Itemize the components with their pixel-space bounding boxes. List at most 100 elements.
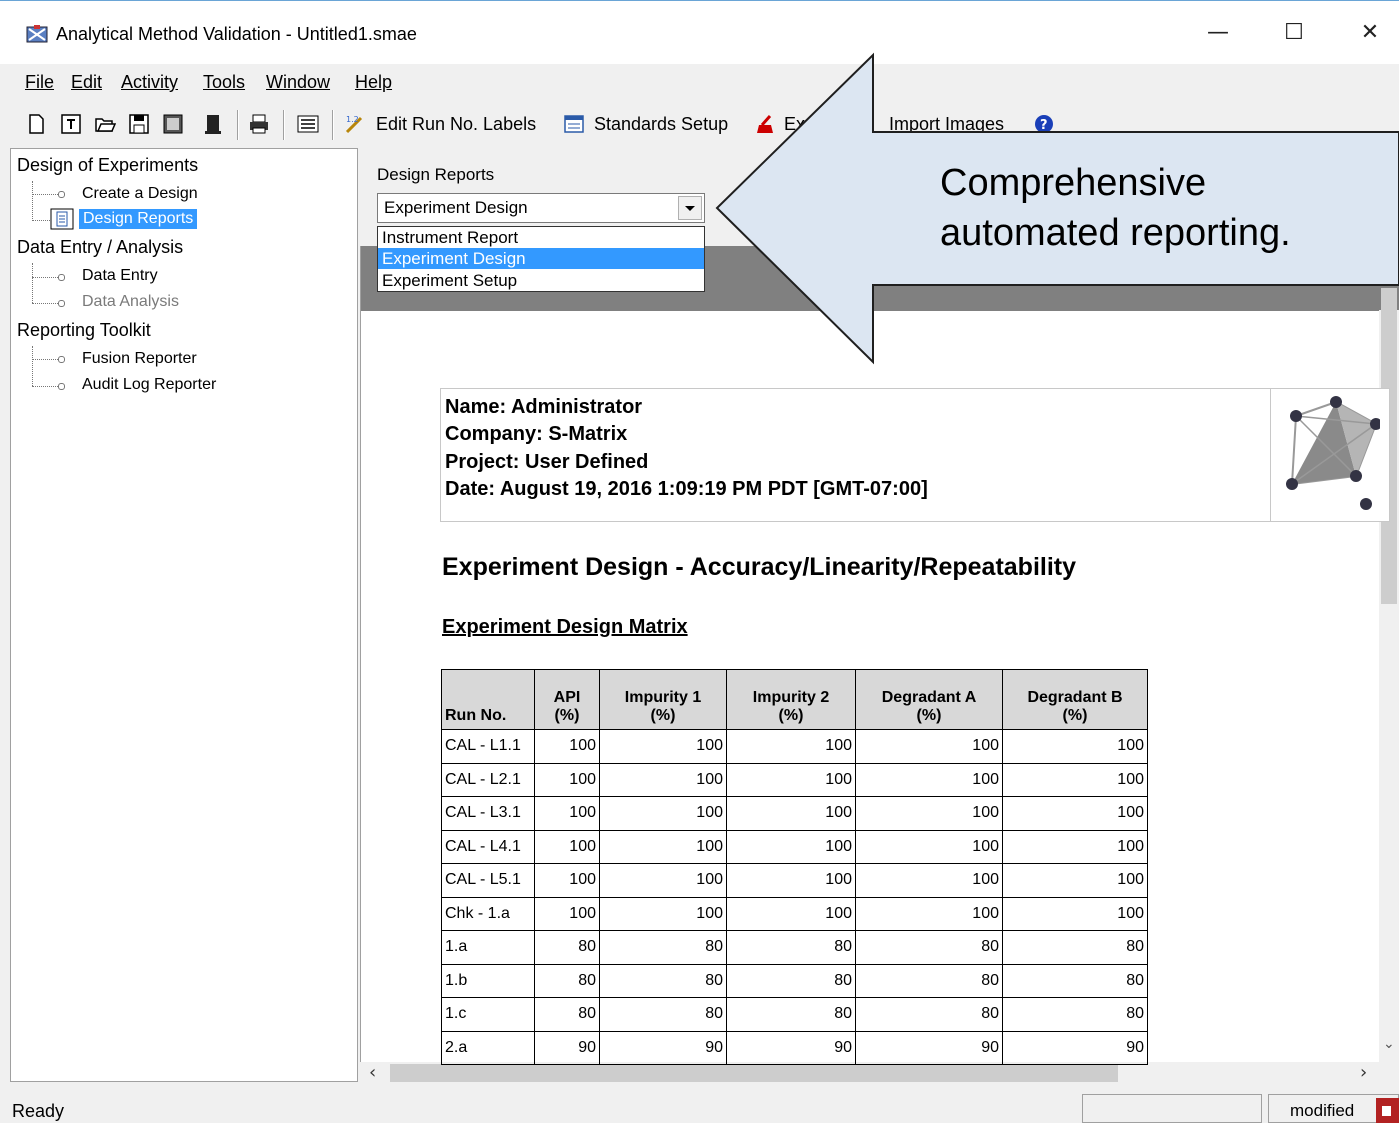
tree-item-fusion-reporter[interactable]: Fusion Reporter [82,350,197,368]
tree-item-data-analysis[interactable]: Data Analysis [82,293,179,311]
list-view-icon[interactable] [297,113,319,135]
menu-edit[interactable]: Edit [71,72,102,93]
value-cell: 100 [1002,896,1148,931]
standards-setup-button[interactable]: Standards Setup [594,114,728,135]
table-row: 2.a 90 90 90 90 90 [441,1030,1148,1065]
scroll-right-icon[interactable]: › [1360,1062,1367,1083]
dropdown-arrow-button[interactable] [678,196,702,220]
value-cell: 100 [534,896,600,931]
value-cell: 100 [1002,729,1148,764]
menu-file[interactable]: File [25,72,54,93]
value-cell: 100 [855,796,1003,831]
window-title: Analytical Method Validation - Untitled1… [56,24,417,44]
value-cell: 100 [726,729,856,764]
report-document-icon [50,208,74,230]
dropdown-option-experiment-setup[interactable]: Experiment Setup [378,270,704,291]
scroll-down-icon[interactable]: ⌄ [1383,1036,1395,1052]
column-header: Degradant A (%) [855,669,1003,730]
open-folder-icon[interactable] [94,113,116,135]
column-header-line2: (%) [1062,707,1088,724]
table-row: Chk - 1.a 100 100 100 100 100 [441,896,1148,931]
value-cell: 100 [855,729,1003,764]
menu-activity-label: Activity [121,72,179,92]
value-cell: 100 [1002,863,1148,898]
run-number-cell: CAL - L4.1 [441,829,535,864]
report-icon[interactable] [162,113,184,135]
menu-tools-label: Tools [203,72,246,92]
tree-bullet-icon [58,274,65,281]
print-icon[interactable] [248,113,270,135]
navigation-tree [10,148,358,1082]
value-cell: 100 [599,762,727,797]
value-cell: 90 [1002,1030,1148,1065]
table-row: 1.a 80 80 80 80 80 [441,930,1148,965]
value-cell: 100 [534,829,600,864]
edit-run-labels-button[interactable]: Edit Run No. Labels [376,114,536,135]
value-cell: 80 [599,930,727,965]
menu-tools[interactable]: Tools [203,72,245,93]
value-cell: 100 [1002,762,1148,797]
value-cell: 80 [599,963,727,998]
value-cell: 100 [599,863,727,898]
svg-text:1.2: 1.2 [346,115,359,124]
tree-bullet-icon [58,383,65,390]
tree-item-audit-log-reporter[interactable]: Audit Log Reporter [82,376,216,394]
value-cell: 90 [726,1030,856,1065]
dropdown-option-instrument-report[interactable]: Instrument Report [378,227,704,248]
scroll-left-icon[interactable]: ‹ [369,1062,376,1083]
value-cell: 100 [599,829,727,864]
column-header-line1: Impurity 2 [752,689,830,706]
value-cell: 100 [599,896,727,931]
save-icon[interactable] [128,113,150,135]
status-panel [1082,1094,1262,1123]
toolbar-separator [332,110,334,140]
new-file-icon[interactable] [25,113,47,135]
value-cell: 100 [726,762,856,797]
column-header: API (%) [534,669,600,730]
value-cell: 80 [1002,997,1148,1032]
tree-section-data-entry-analysis[interactable]: Data Entry / Analysis [17,237,183,258]
tree-item-create-design[interactable]: Create a Design [82,185,198,203]
value-cell: 100 [726,896,856,931]
value-cell: 80 [726,930,856,965]
export-button[interactable]: Ex [784,114,805,135]
run-number-cell: 1.b [441,963,535,998]
value-cell: 100 [1002,796,1148,831]
table-row: 1.b 80 80 80 80 80 [441,963,1148,998]
tree-section-reporting-toolkit[interactable]: Reporting Toolkit [17,320,151,341]
column-header: Impurity 1 (%) [599,669,727,730]
edit-labels-icon[interactable]: 1.2 [344,113,366,135]
tree-bullet-icon [58,191,65,198]
menu-activity[interactable]: Activity [121,72,178,93]
column-header-line1: Degradant B [1027,689,1123,706]
help-icon[interactable]: ? [1033,113,1055,135]
column-header-line1: API [553,689,581,706]
dropdown-option-experiment-design[interactable]: Experiment Design [378,248,704,269]
tree-item-data-entry[interactable]: Data Entry [82,267,158,285]
standards-setup-icon[interactable] [563,113,585,135]
maximize-button[interactable]: ☐ [1274,18,1314,48]
tree-connector [32,181,33,221]
menu-window[interactable]: Window [266,72,330,93]
horizontal-scroll-thumb[interactable] [390,1064,1118,1082]
tree-item-design-reports[interactable]: Design Reports [79,209,198,229]
import-images-button[interactable]: Import Images [889,114,1004,135]
new-template-icon[interactable] [60,113,82,135]
menu-help[interactable]: Help [355,72,392,93]
value-cell: 100 [726,829,856,864]
app-icon [26,25,48,43]
export-icon[interactable] [754,113,776,135]
tree-section-design-of-experiments[interactable]: Design of Experiments [17,155,198,176]
tree-connector [32,346,33,386]
exit-door-icon[interactable] [202,113,224,135]
design-reports-label: Design Reports [377,165,495,184]
value-cell: 80 [534,930,600,965]
menu-window-label: Window [266,72,331,92]
value-cell: 90 [599,1030,727,1065]
value-cell: 80 [1002,963,1148,998]
value-cell: 80 [855,930,1003,965]
toolbar-separator [237,110,239,140]
close-button[interactable]: ✕ [1350,18,1390,48]
menu-file-label: File [25,72,55,92]
minimize-button[interactable]: — [1198,18,1238,48]
